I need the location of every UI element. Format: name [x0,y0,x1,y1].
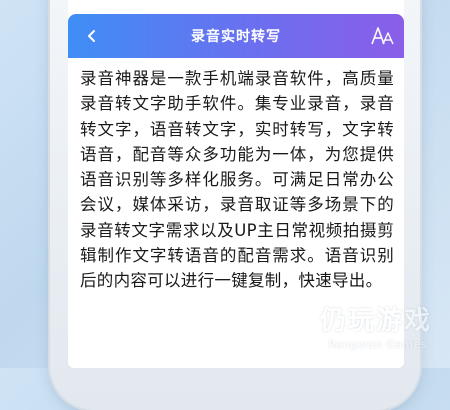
top-bar: 录音实时转写 [68,14,404,58]
watermark-name-en: Rengwan Games [328,338,428,351]
article-body: 录音神器是一款手机端录音软件，高质量录音转文字助手软件。集专业录音，录音转文字，… [80,66,394,294]
font-size-icon [371,27,394,45]
back-button[interactable] [80,24,104,48]
watermark-name-cn: 仍玩游戏 [320,306,433,336]
watermark: 仍玩游戏 Rengwan Games [268,298,448,362]
watermark-logo-icon [272,304,308,340]
page-title: 录音实时转写 [191,29,281,45]
font-size-button[interactable] [370,24,396,48]
article-paragraph: 录音神器是一款手机端录音软件，高质量录音转文字助手软件。集专业录音，录音转文字，… [80,69,394,291]
chevron-left-icon [88,30,95,42]
